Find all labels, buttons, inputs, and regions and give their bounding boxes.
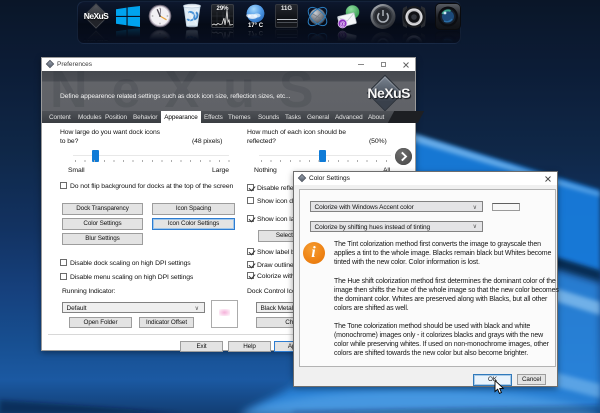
svg-text:@: @ xyxy=(339,22,345,28)
